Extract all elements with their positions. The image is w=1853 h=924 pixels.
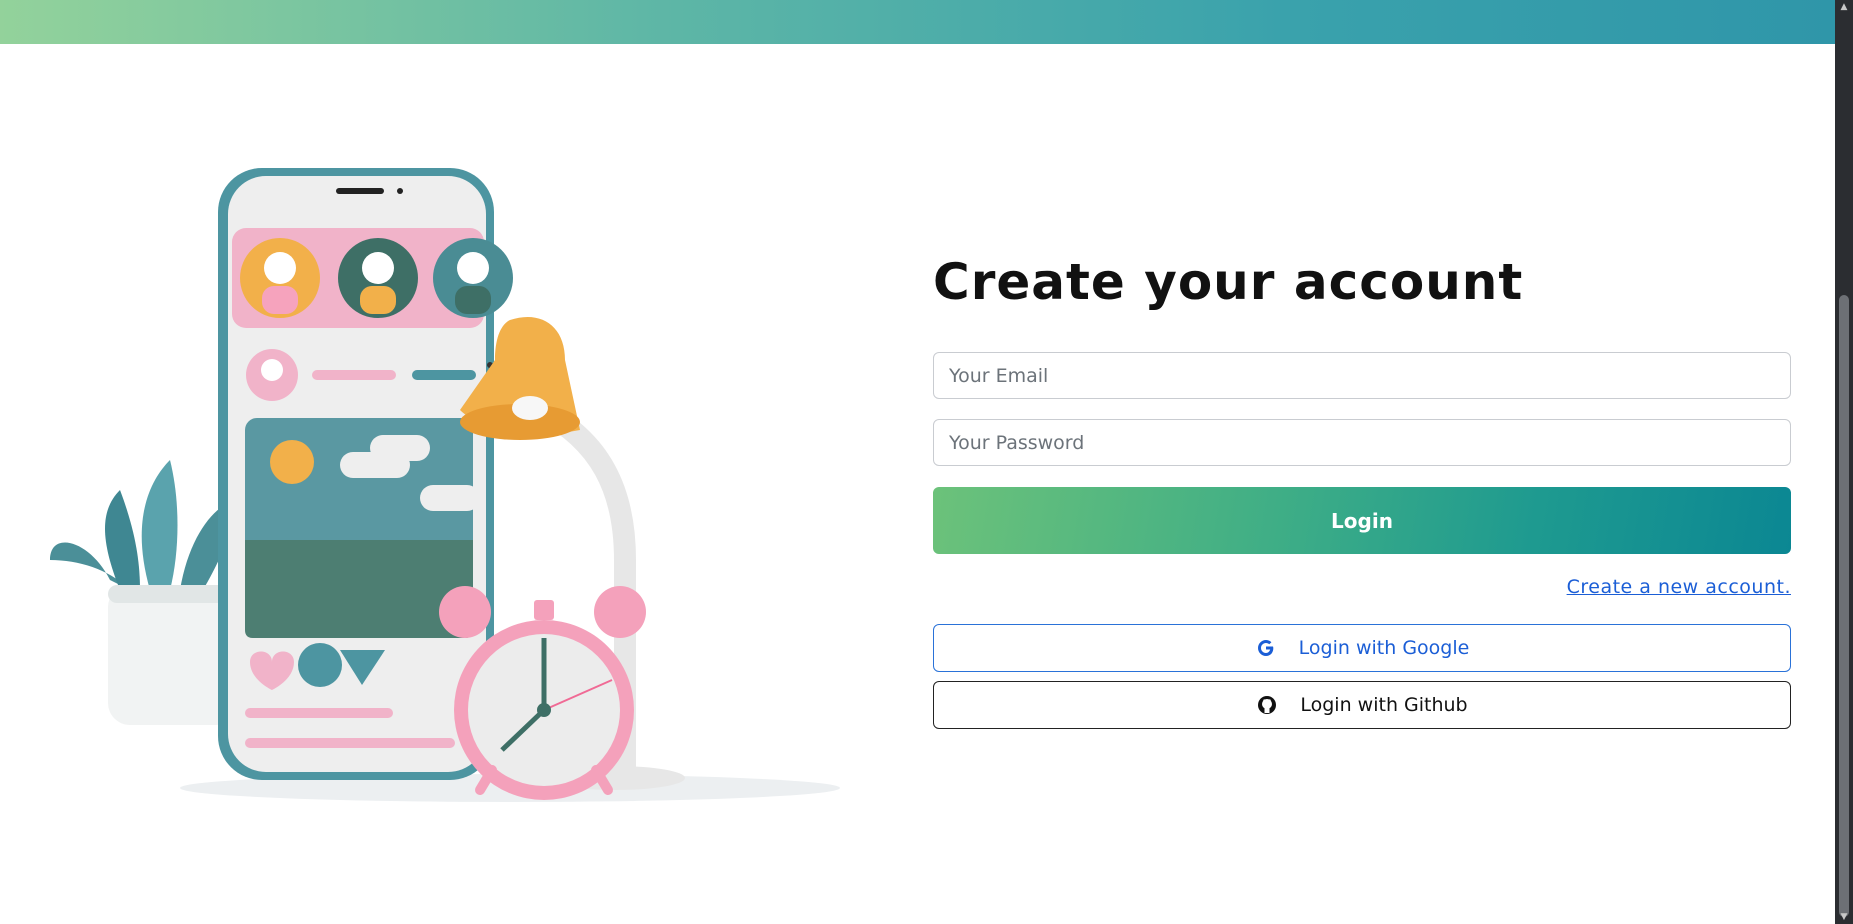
top-gradient-bar (0, 0, 1835, 44)
password-field[interactable] (933, 419, 1791, 466)
plant-illustration (50, 460, 240, 725)
scroll-up-icon[interactable]: ▲ (1839, 2, 1849, 12)
github-icon (1256, 694, 1278, 716)
vertical-scrollbar[interactable]: ▲ ▼ (1835, 0, 1853, 924)
create-account-link[interactable]: Create a new account. (1567, 576, 1791, 598)
phone-lamp-clock-illustration (50, 168, 840, 802)
login-button[interactable]: Login (933, 487, 1791, 554)
scroll-thumb[interactable] (1839, 295, 1849, 917)
github-button-label: Login with Github (1300, 694, 1468, 716)
email-field[interactable] (933, 352, 1791, 399)
signup-form: Create your account Login Create a new a… (933, 250, 1791, 729)
login-with-github-button[interactable]: Login with Github (933, 681, 1791, 729)
login-with-google-button[interactable]: Login with Google (933, 624, 1791, 672)
scroll-down-icon[interactable]: ▼ (1839, 912, 1849, 922)
google-button-label: Login with Google (1298, 637, 1470, 659)
hero-illustration (40, 160, 840, 820)
google-icon (1255, 637, 1277, 659)
page-title: Create your account (933, 253, 1524, 311)
